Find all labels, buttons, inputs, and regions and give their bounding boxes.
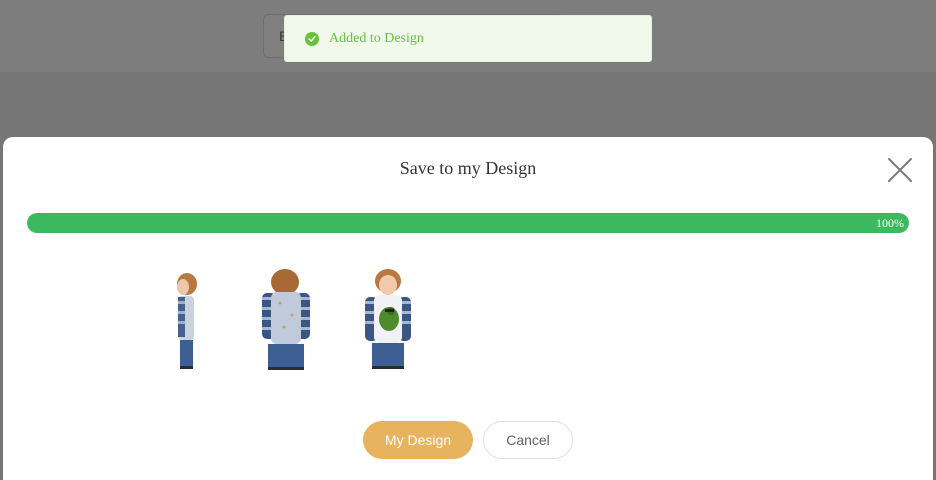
preview-front-view [343, 267, 433, 371]
cancel-button[interactable]: Cancel [483, 421, 573, 459]
success-toast: Added to Design [284, 15, 652, 62]
check-circle-icon [305, 31, 319, 46]
modal-title: Save to my Design [399, 158, 537, 178]
preview-side-view [141, 267, 231, 371]
save-design-modal: Save to my Design 100% My Design Cancel [3, 137, 933, 480]
close-icon[interactable] [885, 155, 915, 185]
progress-bar: 100% [27, 213, 909, 233]
modal-footer: My Design Cancel [3, 420, 933, 460]
my-design-button[interactable]: My Design [363, 421, 473, 459]
design-previews [3, 267, 933, 377]
progress-label: 100% [876, 216, 904, 230]
toast-message: Added to Design [329, 30, 424, 46]
preview-back-view [240, 267, 330, 371]
progress-bar-fill: 100% [27, 213, 909, 233]
